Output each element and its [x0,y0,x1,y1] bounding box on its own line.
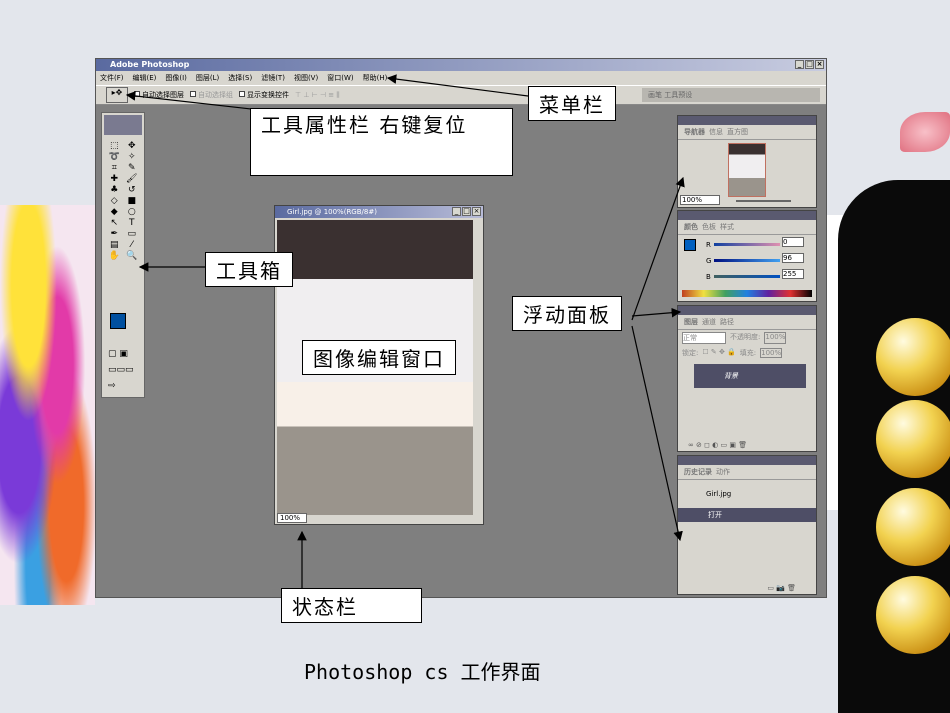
callout-menubar: 菜单栏 [528,86,616,121]
callout-toolbox: 工具箱 [205,252,293,287]
callout-status-bar: 状态栏 [281,588,422,623]
callout-panels: 浮动面板 [512,296,622,331]
callout-options-bar: 工具属性栏 右键复位 [250,108,513,176]
callout-arrows [125,74,685,588]
callout-image-window: 图像编辑窗口 [302,340,456,375]
slide-caption: Photoshop cs 工作界面 [304,660,541,684]
